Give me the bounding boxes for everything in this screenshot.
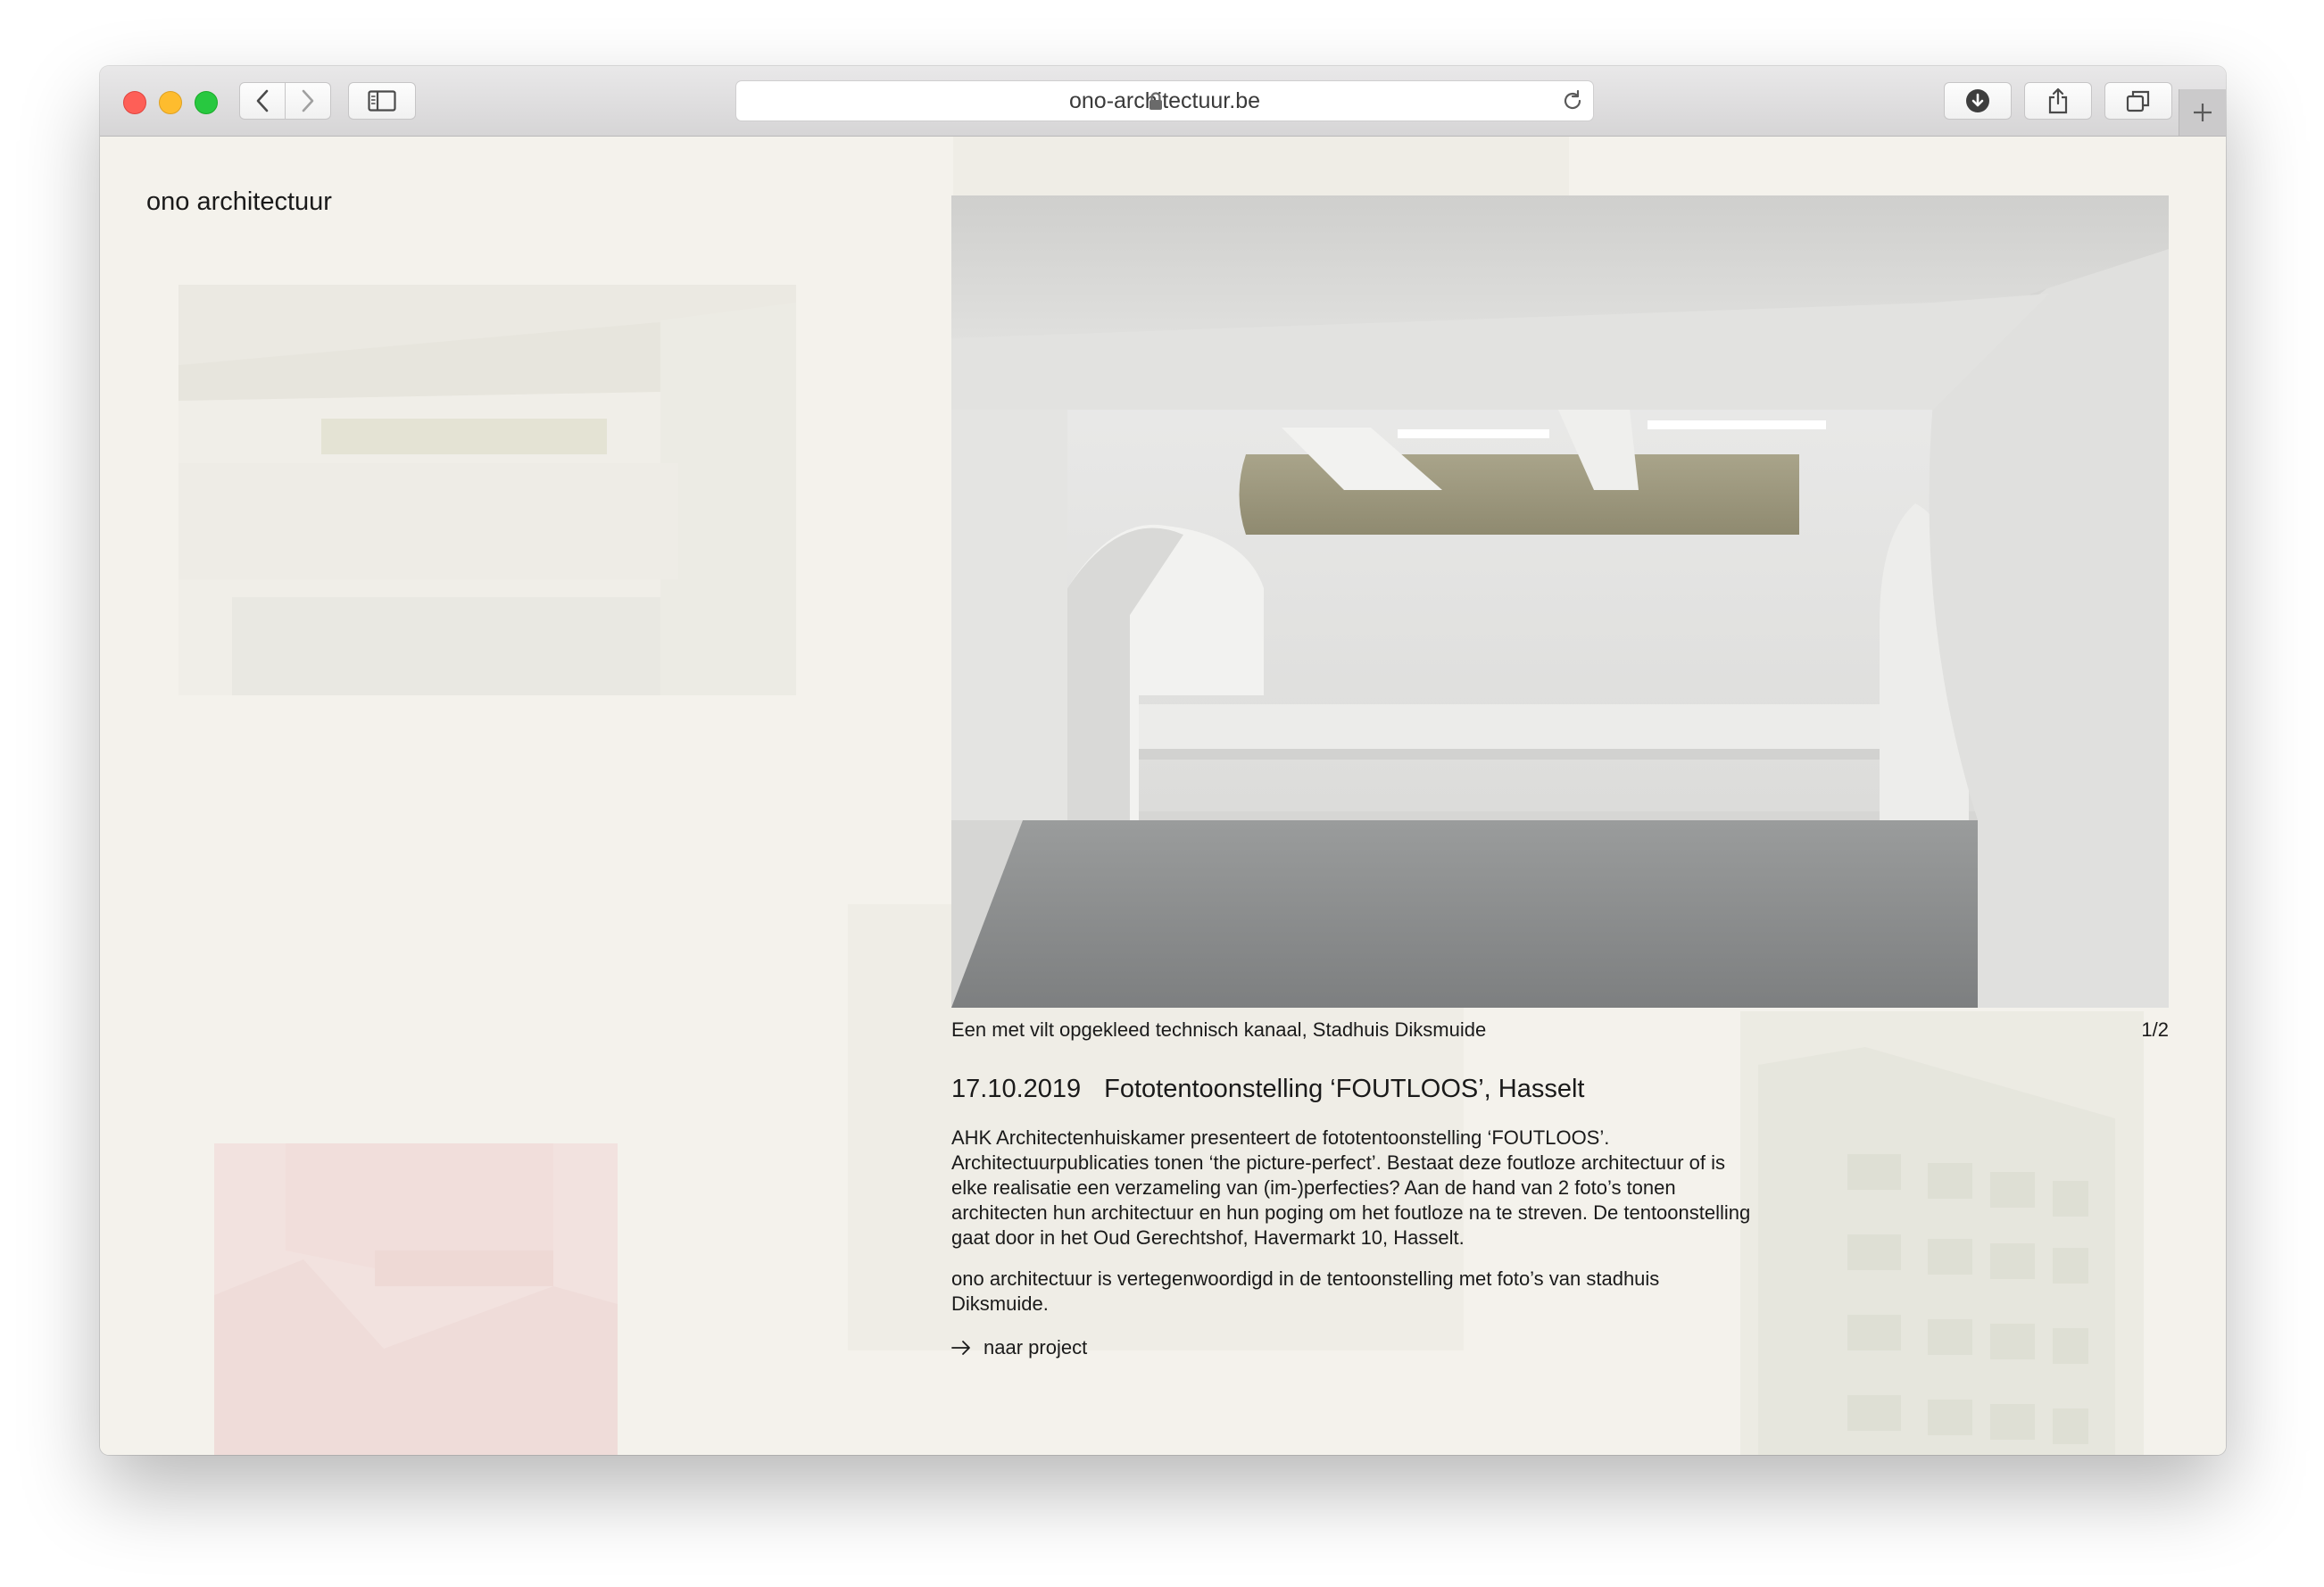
close-window-button[interactable] [123,91,146,114]
back-button[interactable] [239,82,286,120]
reload-icon[interactable] [1561,89,1584,112]
news-headline: 17.10.2019 Fototentoonstelling ‘FOUTLOOS’… [951,1075,1584,1104]
lock-icon [1150,92,1162,110]
building-thumbnail-image [1740,1011,2144,1455]
news-paragraph-2: ono architectuur is vertegenwoordigd in … [951,1267,1660,1315]
share-button[interactable] [2024,82,2092,120]
news-paragraph-1: AHK Architectenhuiskamer presenteert de … [951,1126,1751,1249]
browser-toolbar: ono-architectuur.be [100,66,2226,137]
background-thumbnail-building[interactable] [1740,1011,2144,1455]
address-bar[interactable]: ono-architectuur.be [735,80,1594,121]
site-logo[interactable]: ono architectuur [146,187,332,217]
naar-project-link[interactable]: naar project [951,1336,1087,1359]
share-icon [2048,87,2068,114]
new-tab-button[interactable] [2179,89,2226,136]
pink-thumbnail-image [214,1143,618,1455]
page-content: ono architectuur Een met vilt opgekleed … [100,137,2226,1455]
news-date: 17.10.2019 [951,1075,1082,1103]
browser-window: ono-architectuur.be ono architectuur Een… [100,66,2226,1455]
minimize-window-button[interactable] [159,91,182,114]
slideshow-counter[interactable]: 1/2 [2141,1018,2169,1042]
arrow-right-icon [951,1341,970,1355]
download-icon [1966,89,1989,112]
naar-project-label: naar project [984,1336,1088,1359]
forward-button[interactable] [285,82,331,120]
plus-icon [2194,104,2212,121]
background-thumbnail-top [953,137,1569,195]
stadhuis-diksmuide-photo [951,195,2169,1008]
sidebar-icon [368,90,396,112]
address-url: ono-architectuur.be [1068,88,1261,113]
chevron-left-icon [256,89,269,112]
chevron-right-icon [302,89,314,112]
slideshow-caption: Een met vilt opgekleed technisch kanaal,… [951,1018,1487,1041]
download-button[interactable] [1944,82,2012,120]
news-title: Fototentoonstelling ‘FOUTLOOS’, Hasselt [1104,1075,1585,1103]
background-thumbnail-corridor[interactable] [178,285,796,695]
tabs-overview-icon [2126,90,2150,112]
tabs-overview-button[interactable] [2104,82,2172,120]
zoom-window-button[interactable] [195,91,218,114]
background-thumbnail-pink[interactable] [214,1143,618,1455]
sidebar-button[interactable] [348,82,416,120]
slideshow-image[interactable] [951,195,2169,1008]
corridor-thumbnail-image [178,285,796,695]
